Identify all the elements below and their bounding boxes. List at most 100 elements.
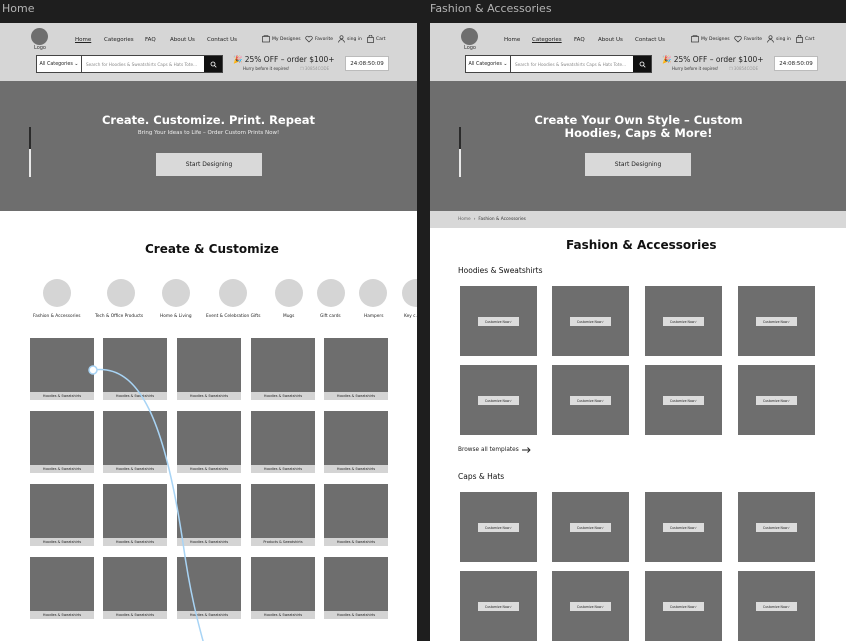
category-label[interactable]: Gift cards (320, 314, 341, 319)
customize-now-button[interactable]: Customize Now ✓ (478, 523, 519, 532)
template-tile[interactable]: Hoodies & Sweatshirts (30, 411, 94, 473)
category-label[interactable]: Key c... (404, 314, 417, 319)
category-circle[interactable] (359, 279, 387, 307)
product-card[interactable]: Customize Now ✓ (645, 492, 722, 562)
my-designs-link[interactable]: My Designes (262, 35, 301, 43)
template-tile[interactable]: Hoodies & Sweatshirts (103, 338, 167, 400)
category-label[interactable]: Hampers (364, 314, 383, 319)
product-card[interactable]: Customize Now ✓ (460, 571, 537, 641)
promo-code[interactable]: ❐ 30854CODE (300, 66, 329, 71)
customize-now-button[interactable]: Customize Now ✓ (478, 396, 519, 405)
product-card[interactable]: Customize Now ✓ (738, 365, 815, 435)
template-tile[interactable]: Hoodies & Sweatshirts (30, 484, 94, 546)
template-tile[interactable]: Hoodies & Sweatshirts (324, 411, 388, 473)
template-tile[interactable]: Hoodies & Sweatshirts (177, 484, 241, 546)
category-label[interactable]: Mugs (283, 314, 294, 319)
product-card[interactable]: Customize Now ✓ (645, 286, 722, 356)
category-circle[interactable] (43, 279, 71, 307)
category-circle[interactable] (219, 279, 247, 307)
logo-icon[interactable] (461, 28, 478, 45)
customize-now-button[interactable]: Customize Now ✓ (663, 602, 704, 611)
category-circle[interactable] (162, 279, 190, 307)
search-input[interactable]: Search for Hoodies & Sweatshirts Caps & … (511, 56, 633, 72)
nav-about[interactable]: About Us (598, 37, 623, 43)
logo-icon[interactable] (31, 28, 48, 45)
start-designing-button[interactable]: Start Designing (156, 153, 262, 176)
template-tile[interactable]: Hoodies & Sweatshirts (103, 411, 167, 473)
product-card[interactable]: Customize Now ✓ (460, 286, 537, 356)
customize-now-button[interactable]: Customize Now ✓ (478, 602, 519, 611)
promo-code[interactable]: ❐ 30854CODE (729, 66, 758, 71)
template-tile[interactable]: Hoodies & Sweatshirts (30, 557, 94, 619)
product-card[interactable]: Customize Now ✓ (460, 492, 537, 562)
nav-categories[interactable]: Categories (104, 37, 134, 43)
start-designing-button[interactable]: Start Designing (585, 153, 691, 176)
customize-now-button[interactable]: Customize Now ✓ (756, 602, 797, 611)
browse-all-link[interactable]: Browse all templates (458, 447, 531, 453)
customize-now-button[interactable]: Customize Now ✓ (663, 317, 704, 326)
customize-now-button[interactable]: Customize Now ✓ (478, 317, 519, 326)
template-tile[interactable]: Hoodies & Sweatshirts (324, 557, 388, 619)
search-button[interactable] (633, 56, 651, 72)
customize-now-button[interactable]: Customize Now ✓ (756, 396, 797, 405)
template-tile[interactable]: Hoodies & Sweatshirts (324, 338, 388, 400)
template-tile[interactable]: Products & Sweatshirts (251, 484, 315, 546)
customize-now-button[interactable]: Customize Now ✓ (663, 396, 704, 405)
product-card[interactable]: Customize Now ✓ (460, 365, 537, 435)
search-button[interactable] (204, 56, 222, 72)
product-card[interactable]: Customize Now ✓ (552, 571, 629, 641)
cart-link[interactable]: Cart (367, 35, 386, 43)
category-select[interactable]: All Categories ⌄ (466, 56, 511, 72)
template-tile[interactable]: Hoodies & Sweatshirts (251, 557, 315, 619)
signin-link[interactable]: sing in (338, 35, 362, 43)
product-card[interactable]: Customize Now ✓ (552, 286, 629, 356)
product-card[interactable]: Customize Now ✓ (738, 571, 815, 641)
nav-contact[interactable]: Contact Us (207, 37, 237, 43)
template-tile[interactable]: Hoodies & Sweatshirts (103, 484, 167, 546)
template-tile[interactable]: Hoodies & Sweatshirts (251, 411, 315, 473)
product-card[interactable]: Customize Now ✓ (738, 492, 815, 562)
category-label[interactable]: Home & Living (160, 314, 192, 319)
breadcrumb-home[interactable]: Home (458, 217, 471, 222)
template-tile[interactable]: Hoodies & Sweatshirts (177, 338, 241, 400)
template-tile[interactable]: Hoodies & Sweatshirts (324, 484, 388, 546)
search-input[interactable]: Search for Hoodies & Sweatshirts Caps & … (82, 56, 204, 72)
template-tile[interactable]: Hoodies & Sweatshirts (251, 338, 315, 400)
category-circle[interactable] (402, 279, 417, 307)
template-tile[interactable]: Hoodies & Sweatshirts (177, 411, 241, 473)
nav-contact[interactable]: Contact Us (635, 37, 665, 43)
category-circle[interactable] (275, 279, 303, 307)
category-circle[interactable] (107, 279, 135, 307)
cart-link[interactable]: Cart (796, 35, 815, 43)
product-card[interactable]: Customize Now ✓ (738, 286, 815, 356)
nav-about[interactable]: About Us (170, 37, 195, 43)
template-tile[interactable]: Hoodies & Sweatshirts (177, 557, 241, 619)
customize-now-button[interactable]: Customize Now ✓ (570, 396, 611, 405)
customize-now-button[interactable]: Customize Now ✓ (570, 317, 611, 326)
category-label[interactable]: Event & Celebration Gifts (206, 314, 260, 319)
customize-now-button[interactable]: Customize Now ✓ (570, 523, 611, 532)
nav-faq[interactable]: FAQ (574, 37, 585, 43)
customize-now-button[interactable]: Customize Now ✓ (756, 317, 797, 326)
product-card[interactable]: Customize Now ✓ (552, 492, 629, 562)
product-card[interactable]: Customize Now ✓ (552, 365, 629, 435)
customize-now-button[interactable]: Customize Now ✓ (663, 523, 704, 532)
signin-link[interactable]: sing in (767, 35, 791, 43)
nav-home[interactable]: Home (75, 37, 91, 43)
product-card[interactable]: Customize Now ✓ (645, 571, 722, 641)
category-label[interactable]: Fashion & Accessories (33, 314, 80, 319)
favorite-link[interactable]: Favorite (305, 35, 333, 43)
favorite-link[interactable]: Favorite (734, 35, 762, 43)
template-tile[interactable]: Hoodies & Sweatshirts (30, 338, 94, 400)
category-label[interactable]: Tech & Office Products (95, 314, 143, 319)
product-card[interactable]: Customize Now ✓ (645, 365, 722, 435)
template-tile[interactable]: Hoodies & Sweatshirts (103, 557, 167, 619)
category-circle[interactable] (317, 279, 345, 307)
nav-categories[interactable]: Categories (532, 37, 562, 43)
nav-faq[interactable]: FAQ (145, 37, 156, 43)
nav-home[interactable]: Home (504, 37, 520, 43)
customize-now-button[interactable]: Customize Now ✓ (756, 523, 797, 532)
customize-now-button[interactable]: Customize Now ✓ (570, 602, 611, 611)
my-designs-link[interactable]: My Designes (691, 35, 730, 43)
category-select[interactable]: All Categories ⌄ (37, 56, 82, 72)
